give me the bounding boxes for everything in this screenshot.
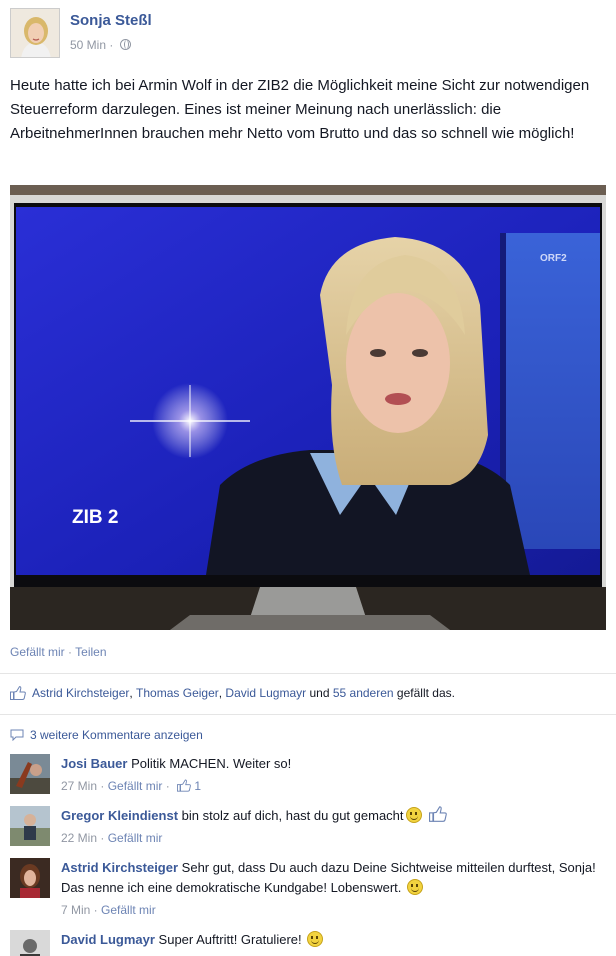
thumbs-up-icon (177, 779, 191, 792)
liker-name[interactable]: David Lugmayr (225, 686, 306, 700)
commenter-name[interactable]: Gregor Kleindienst (61, 808, 178, 823)
commenter-name[interactable]: Josi Bauer (61, 756, 127, 771)
more-comments-link[interactable]: 3 weitere Kommentare anzeigen (10, 728, 203, 742)
comment-like-link[interactable]: Gefällt mir (108, 779, 163, 793)
zib2-logo: ZIB 2 (72, 507, 118, 528)
post-author[interactable]: Sonja Steßl (70, 12, 152, 29)
divider (0, 714, 616, 715)
comment-bubble-icon (10, 729, 24, 741)
commenter-avatar[interactable] (10, 858, 50, 898)
liker-name[interactable]: Thomas Geiger (136, 686, 219, 700)
post-actions: Gefällt mir · Teilen (10, 645, 107, 659)
commenter-name[interactable]: Astrid Kirchsteiger (61, 860, 178, 875)
commenter-avatar[interactable] (10, 806, 50, 846)
post-photo[interactable]: ZIB 2 ORF2 (10, 185, 606, 630)
likes-others-link[interactable]: 55 anderen (333, 686, 394, 700)
comment: Josi Bauer Politik MACHEN. Weiter so! 27… (10, 754, 606, 798)
wink-emoji-icon (405, 807, 422, 823)
author-avatar[interactable] (10, 8, 60, 58)
comment: Astrid Kirchsteiger Sehr gut, dass Du au… (10, 858, 606, 922)
commenter-name[interactable]: David Lugmayr (61, 932, 155, 947)
likes-summary: Astrid Kirchsteiger, Thomas Geiger, Davi… (10, 686, 455, 700)
commenter-avatar[interactable] (10, 930, 50, 956)
smile-emoji-icon (307, 931, 324, 947)
comment-text: bin stolz auf dich, hast du gut gemacht (181, 808, 404, 823)
liker-name[interactable]: Astrid Kirchsteiger (32, 686, 129, 700)
globe-icon[interactable] (119, 39, 131, 50)
more-comments-label[interactable]: 3 weitere Kommentare anzeigen (30, 728, 203, 742)
comment-like-link[interactable]: Gefällt mir (108, 831, 163, 845)
action-separator: · (68, 645, 73, 659)
channel-logo: ORF2 (540, 253, 567, 264)
thumbs-up-emoji-icon (429, 806, 447, 822)
commenter-avatar[interactable] (10, 754, 50, 794)
comment: Gregor Kleindienst bin stolz auf dich, h… (10, 806, 606, 850)
like-link[interactable]: Gefällt mir (10, 645, 65, 659)
post-meta: 50 Min · (70, 38, 131, 52)
share-link[interactable]: Teilen (75, 645, 106, 659)
smile-emoji-icon (407, 879, 424, 895)
likes-suffix: gefällt das. (396, 686, 455, 700)
comment-text: Super Auftritt! Gratuliere! (158, 932, 302, 947)
comment-time[interactable]: 7 Min (61, 903, 90, 917)
comment-text: Politik MACHEN. Weiter so! (131, 756, 292, 771)
comment-time[interactable]: 27 Min (61, 779, 97, 793)
thumbs-up-icon (10, 686, 26, 700)
comment: David Lugmayr Super Auftritt! Gratuliere… (10, 930, 606, 956)
comment-time[interactable]: 22 Min (61, 831, 97, 845)
post-text: Heute hatte ich bei Armin Wolf in der ZI… (10, 77, 590, 142)
comment-like-count[interactable]: 1 (194, 779, 201, 793)
comment-like-link[interactable]: Gefällt mir (101, 903, 156, 917)
post-header: Sonja Steßl 50 Min · (10, 8, 606, 62)
post-time[interactable]: 50 Min (70, 38, 106, 52)
likes-und: und (309, 686, 330, 700)
divider (0, 673, 616, 674)
